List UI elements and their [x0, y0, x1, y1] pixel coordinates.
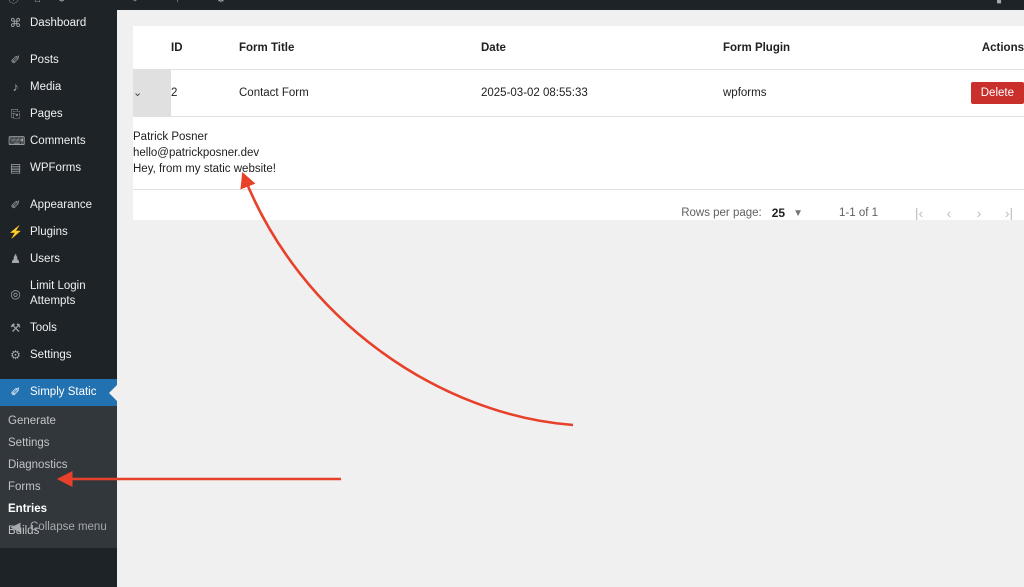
- entry-detail-email: hello@patrickposner.dev: [133, 147, 260, 159]
- admin-bar[interactable]: ⓘ ⌂ ⟳ ✐ ⚑ ⚙ ▮: [0, 0, 1024, 10]
- entries-table-body: ⌄ 2 Contact Form 2025-03-02 08:55:33 wpf…: [133, 69, 1024, 190]
- pagination-bar: Rows per page: 25 ▼ 1-1 of 1 |‹ ‹ › ›|: [133, 190, 1024, 220]
- cell-form-title: Contact Form: [239, 69, 481, 117]
- expand-row-button[interactable]: ⌄: [133, 69, 171, 117]
- wordpress-admin-screen: ⓘ ⌂ ⟳ ✐ ⚑ ⚙ ▮ ⌘ Dashboard ✐ Posts ♪ Medi…: [0, 0, 1024, 587]
- sidebar-item-users[interactable]: ♟ Users: [0, 246, 117, 273]
- submenu-item-forms[interactable]: Forms: [0, 476, 117, 498]
- submenu-item-generate[interactable]: Generate: [0, 410, 117, 432]
- adminbar-settings-icon[interactable]: ⚙: [216, 0, 226, 5]
- sidebar-item-label: Tools: [30, 322, 57, 334]
- last-page-button[interactable]: ›|: [994, 205, 1024, 220]
- adminbar-account-icon[interactable]: ▮: [996, 0, 1002, 5]
- table-row-detail: Patrick Posner hello@patrickposner.dev H…: [133, 116, 1024, 190]
- cell-form-plugin: wpforms: [723, 69, 965, 117]
- first-page-button[interactable]: |‹: [904, 205, 934, 220]
- column-header-date: Date: [481, 26, 723, 70]
- adminbar-home-icon[interactable]: ⌂: [34, 0, 41, 5]
- sidebar-separator: [0, 37, 117, 47]
- sidebar-item-label: Simply Static: [30, 386, 97, 398]
- sidebar-item-appearance[interactable]: ✐ Appearance: [0, 192, 117, 219]
- entry-detail-name: Patrick Posner: [133, 131, 208, 143]
- sidebar-item-label: Plugins: [30, 226, 68, 238]
- pages-icon: ⎘: [10, 107, 21, 121]
- sidebar-item-label: Media: [30, 81, 62, 93]
- entry-detail-message: Hey, from my static website!: [133, 163, 276, 175]
- sidebar-item-label: Dashboard: [30, 17, 87, 29]
- sidebar-item-media[interactable]: ♪ Media: [0, 74, 117, 101]
- sidebar-item-comments[interactable]: ⌨ Comments: [0, 128, 117, 155]
- limit-login-attempts-icon: ◎: [10, 286, 21, 301]
- rows-per-page-value[interactable]: 25: [772, 206, 785, 220]
- sidebar-item-limit-login-attempts[interactable]: ◎ Limit Login Attempts: [0, 273, 117, 315]
- column-header-id: ID: [171, 26, 239, 70]
- column-header-form-title: Form Title: [239, 26, 481, 70]
- pagination-range: 1-1 of 1: [839, 207, 878, 219]
- collapse-menu-label: Collapse menu: [30, 520, 107, 533]
- column-header-form-plugin: Form Plugin: [723, 26, 965, 70]
- sidebar-item-label: Settings: [30, 349, 72, 361]
- sidebar-item-dashboard[interactable]: ⌘ Dashboard: [0, 10, 117, 37]
- sidebar-item-label: Appearance: [30, 199, 93, 211]
- admin-sidebar: ⌘ Dashboard ✐ Posts ♪ Media ⎘ Pages ⌨ Co…: [0, 10, 117, 587]
- column-header-actions: Actions: [965, 26, 1024, 70]
- column-header-expand: [133, 26, 171, 70]
- sidebar-item-plugins[interactable]: ⚡ Plugins: [0, 219, 117, 246]
- cell-date: 2025-03-02 08:55:33: [481, 69, 723, 117]
- entries-table-card: ID Form Title Date Form Plugin Actions ⌄…: [133, 26, 1024, 220]
- dashboard-icon: ⌘: [9, 16, 22, 30]
- sidebar-separator: [0, 369, 117, 379]
- adminbar-updates-icon[interactable]: ⟳: [58, 0, 67, 5]
- sidebar-item-label: WPForms: [30, 162, 82, 174]
- entries-table: ID Form Title Date Form Plugin Actions ⌄…: [133, 26, 1024, 190]
- simply-static-icon: ✐: [10, 385, 21, 399]
- entry-detail-cell: Patrick Posner hello@patrickposner.dev H…: [133, 116, 1024, 190]
- sidebar-item-settings[interactable]: ⚙ Settings: [0, 342, 117, 369]
- sidebar-item-label: Posts: [30, 54, 59, 66]
- submenu-item-settings[interactable]: Settings: [0, 432, 117, 454]
- users-icon: ♟: [10, 252, 21, 266]
- sidebar-item-tools[interactable]: ⚒ Tools: [0, 315, 117, 342]
- adminbar-comments-icon[interactable]: ⚑: [175, 0, 185, 5]
- sidebar-item-label: Comments: [30, 135, 86, 147]
- chevron-down-icon: ⌄: [133, 86, 143, 99]
- wpforms-icon: ▤: [9, 161, 22, 175]
- sidebar-item-pages[interactable]: ⎘ Pages: [0, 101, 117, 128]
- main-content: ID Form Title Date Form Plugin Actions ⌄…: [117, 10, 1024, 587]
- sidebar-item-posts[interactable]: ✐ Posts: [0, 47, 117, 74]
- sidebar-item-label: Limit Login Attempts: [30, 280, 86, 307]
- sidebar-item-label: Users: [30, 253, 61, 265]
- rows-per-page-label: Rows per page:: [681, 207, 762, 219]
- cell-id: 2: [171, 69, 239, 117]
- posts-icon: ✐: [10, 53, 21, 67]
- next-page-button[interactable]: ›: [964, 205, 994, 220]
- entries-table-head: ID Form Title Date Form Plugin Actions: [133, 26, 1024, 70]
- table-header-row: ID Form Title Date Form Plugin Actions: [133, 26, 1024, 70]
- collapse-menu-button[interactable]: ◀ Collapse menu: [0, 513, 117, 540]
- chevron-down-icon[interactable]: ▼: [793, 208, 803, 219]
- sidebar-item-label: Pages: [30, 108, 63, 120]
- comments-icon: ⌨: [8, 134, 26, 148]
- table-row: ⌄ 2 Contact Form 2025-03-02 08:55:33 wpf…: [133, 69, 1024, 117]
- tools-icon: ⚒: [10, 321, 21, 335]
- sidebar-item-wpforms[interactable]: ▤ WPForms: [0, 155, 117, 182]
- sidebar-separator: [0, 182, 117, 192]
- appearance-icon: ✐: [10, 198, 21, 212]
- cell-actions: Delete: [965, 69, 1024, 117]
- adminbar-site-icon[interactable]: ⓘ: [8, 0, 19, 5]
- previous-page-button[interactable]: ‹: [934, 205, 964, 220]
- submenu-item-diagnostics[interactable]: Diagnostics: [0, 454, 117, 476]
- media-icon: ♪: [12, 80, 19, 94]
- delete-button[interactable]: Delete: [970, 82, 1024, 104]
- settings-icon: ⚙: [10, 348, 21, 362]
- adminbar-new-icon[interactable]: ✐: [132, 0, 141, 5]
- sidebar-item-simply-static[interactable]: ✐ Simply Static: [0, 379, 117, 406]
- collapse-menu-icon: ◀: [10, 519, 21, 534]
- plugins-icon: ⚡: [8, 225, 23, 239]
